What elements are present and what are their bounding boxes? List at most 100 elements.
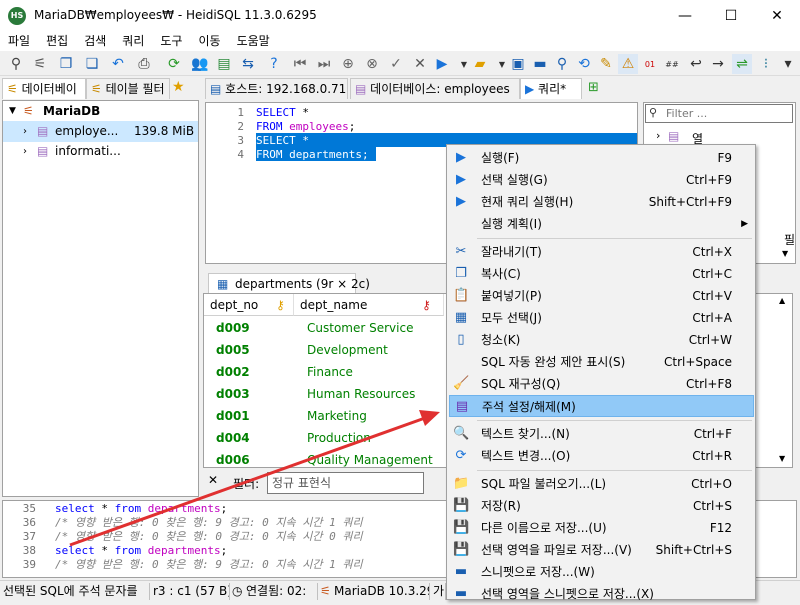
chevron-down-icon[interactable]: ▼ (782, 249, 788, 258)
menu-item[interactable]: ▬ 스니펫으로 저장...(W) (449, 561, 754, 583)
tab-query[interactable]: ▶ 쿼리* (520, 78, 582, 99)
menu-item[interactable]: ❐ 복사(C) Ctrl+C (449, 263, 754, 285)
cell-dept-no[interactable]: d005 (216, 339, 250, 361)
tree-root[interactable]: ▼ ⚟ MariaDB (3, 101, 198, 122)
cell-dept-no[interactable]: d009 (216, 317, 250, 339)
menu-item[interactable]: ▶ 현재 쿼리 실행(H) Shift+Ctrl+F9 (449, 191, 754, 213)
paste-icon[interactable]: ❏ (82, 54, 102, 74)
menu-item[interactable]: 💾 저장(R) Ctrl+S (449, 495, 754, 517)
tree-item-information-schema[interactable]: › ▤ informati... (3, 141, 198, 162)
menu-item[interactable]: ▬ 선택 영역을 스니펫으로 저장...(X) (449, 583, 754, 605)
cell-dept-name[interactable]: Human Resources (307, 383, 415, 405)
menu-item[interactable]: ▶ 선택 실행(G) Ctrl+F9 (449, 169, 754, 191)
post-icon[interactable]: ✓ (386, 54, 406, 74)
cell-dept-name[interactable]: Finance (307, 361, 353, 383)
menu-item-label: 텍스트 변경...(O) (481, 449, 571, 463)
first-icon[interactable]: ⏮ (290, 54, 310, 74)
menu-item[interactable]: ▯ 청소(K) Ctrl+W (449, 329, 754, 351)
menu-query[interactable]: 쿼리 (114, 31, 152, 51)
menu-search[interactable]: 검색 (76, 31, 114, 51)
menu-tools[interactable]: 도구 (152, 31, 190, 51)
menu-file[interactable]: 파일 (0, 31, 38, 51)
arrow-icon[interactable]: → (708, 54, 728, 74)
menu-item[interactable]: ⟳ 텍스트 변경...(O) Ctrl+R (449, 445, 754, 467)
execute-icon[interactable]: ▶ (432, 54, 452, 74)
tab-databases[interactable]: ⚟ 데이터베이 (2, 78, 86, 99)
tab-host[interactable]: ▤ 호스트: 192.168.0.71 (205, 78, 348, 99)
chevron-right-icon[interactable]: › (23, 141, 27, 162)
menu-help[interactable]: 도움말 (229, 31, 278, 51)
open-file-icon[interactable]: ▰ (470, 54, 490, 74)
cell-dept-name[interactable]: Quality Management (307, 449, 433, 467)
menu-item[interactable]: 📋 붙여넣기(P) Ctrl+V (449, 285, 754, 307)
copy-icon[interactable]: ❐ (56, 54, 76, 74)
cell-dept-name[interactable]: Production (307, 427, 371, 449)
help-icon[interactable]: ? (264, 54, 284, 74)
warning-icon[interactable]: ⚠ (618, 54, 638, 74)
reformat-icon[interactable]: ✎ (596, 54, 616, 74)
menu-item[interactable]: ▶ 실행(F) F9 (449, 147, 754, 169)
new-tab-icon[interactable]: ⊞ (588, 80, 599, 95)
menu-item[interactable]: 💾 다른 이름으로 저장...(U) F12 (449, 517, 754, 539)
cell-dept-no[interactable]: d006 (216, 449, 250, 467)
save-icon[interactable]: ▣ (508, 54, 528, 74)
data-icon[interactable]: ## (662, 54, 682, 74)
cell-dept-no[interactable]: d003 (216, 383, 250, 405)
log-icon[interactable]: ⁝ (756, 54, 776, 74)
save-snippet-icon[interactable]: ▬ (530, 54, 550, 74)
disconnect-icon[interactable]: ⚟ (30, 54, 50, 74)
chevron-right-icon[interactable]: › (23, 121, 27, 142)
menu-item[interactable]: 실행 계획(I) ▶ (449, 213, 754, 235)
user-manager-icon[interactable]: 👥 (190, 54, 210, 74)
cell-dept-name[interactable]: Development (307, 339, 388, 361)
menu-item[interactable]: SQL 자동 완성 제안 표시(S) Ctrl+Space (449, 351, 754, 373)
menu-go[interactable]: 이동 (190, 31, 228, 51)
cell-dept-no[interactable]: d001 (216, 405, 250, 427)
cancel-icon[interactable]: ✕ (410, 54, 430, 74)
delete-icon[interactable]: ⊗ (362, 54, 382, 74)
tab-database[interactable]: ▤ 데이터베이스: employees (350, 78, 520, 99)
wrap-icon[interactable]: ↩ (686, 54, 706, 74)
menu-edit[interactable]: 편집 (38, 31, 76, 51)
menu-item[interactable]: 🧹 SQL 재구성(Q) Ctrl+F8 (449, 373, 754, 395)
more-icon[interactable]: ▾ (778, 54, 798, 74)
connect-icon[interactable]: ⚲ (6, 54, 26, 74)
chevron-down-icon[interactable]: ▼ (9, 101, 16, 122)
menu-item[interactable]: 🔍 텍스트 찾기...(N) Ctrl+F (449, 423, 754, 445)
close-button[interactable]: ✕ (754, 0, 800, 31)
find-icon[interactable]: ⚲ (552, 54, 572, 74)
minimize-button[interactable]: — (662, 0, 708, 31)
refresh-icon[interactable]: ⟳ (164, 54, 184, 74)
filter-input[interactable]: 정규 표현식 (267, 472, 424, 494)
cell-dept-no[interactable]: d004 (216, 427, 250, 449)
menu-item[interactable]: ✂ 잘라내기(T) Ctrl+X (449, 241, 754, 263)
close-filter-icon[interactable]: ✕ (208, 473, 218, 487)
scroll-up-icon[interactable]: ▲ (779, 296, 785, 305)
transfer-icon[interactable]: ⇆ (238, 54, 258, 74)
column-header[interactable]: dept_no ⚷ (204, 294, 294, 316)
menu-item[interactable]: ▦ 모두 선택(J) Ctrl+A (449, 307, 754, 329)
maximize-button[interactable]: ☐ (708, 0, 754, 31)
cell-dept-name[interactable]: Marketing (307, 405, 367, 427)
tab-table-filter[interactable]: ⚟ 테이블 필터 (86, 78, 170, 99)
menu-item[interactable]: ▤ 주석 설정/해제(M) (449, 395, 754, 417)
star-icon[interactable]: ★ (172, 79, 185, 95)
results-tab[interactable]: ▦ departments (9r × 2c) (208, 273, 370, 294)
print-icon[interactable]: ⎙ (134, 54, 154, 74)
cell-dept-no[interactable]: d002 (216, 361, 250, 383)
sync-icon[interactable]: ⇌ (732, 54, 752, 74)
undo-icon[interactable]: ↶ (108, 54, 128, 74)
add-icon[interactable]: ⊕ (338, 54, 358, 74)
binary-icon[interactable]: 01 (640, 54, 660, 74)
menu-item[interactable]: 💾 선택 영역을 파일로 저장...(V) Shift+Ctrl+S (449, 539, 754, 561)
replace-icon[interactable]: ⟲ (574, 54, 594, 74)
last-icon[interactable]: ⏭ (314, 54, 334, 74)
cell-dept-name[interactable]: Customer Service (307, 317, 413, 339)
column-header[interactable]: dept_name ⚷ (294, 294, 444, 316)
tree-item-employees[interactable]: › ▤ employe... 139.8 MiB (3, 121, 198, 142)
export-icon[interactable]: ▤ (214, 54, 234, 74)
scroll-down-icon[interactable]: ▼ (779, 454, 785, 463)
chevron-right-icon[interactable]: › (656, 129, 660, 142)
menu-item[interactable]: 📁 SQL 파일 불러오기...(L) Ctrl+O (449, 473, 754, 495)
helpers-filter-input[interactable]: ⚲ Filter ... (645, 104, 793, 123)
